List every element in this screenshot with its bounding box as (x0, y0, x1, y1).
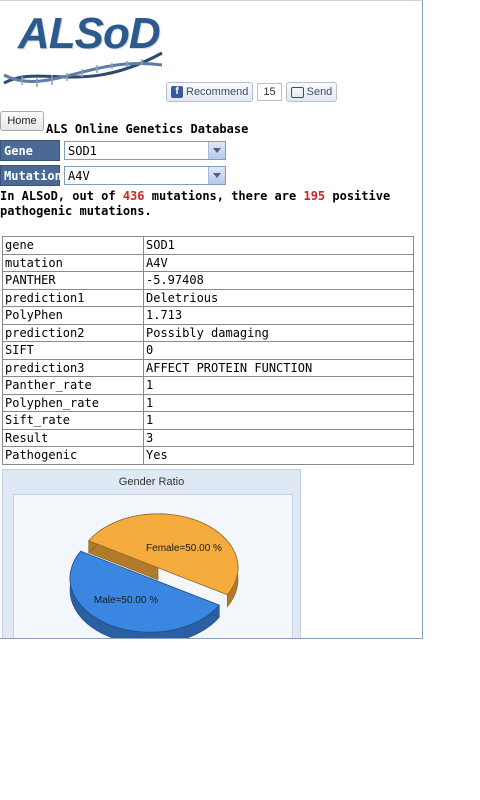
total-mutations-count: 436 (122, 189, 145, 203)
summary-text: mutations, there are (144, 189, 304, 203)
table-cell-value: SOD1 (143, 236, 414, 255)
send-button[interactable]: Send (285, 82, 338, 102)
table-row: Panther_rate 1 (2, 376, 414, 395)
table-row: PolyPhen 1.713 (2, 306, 414, 325)
table-row: SIFT 0 (2, 341, 414, 360)
mutation-select-value: A4V (68, 169, 90, 183)
table-row: gene SOD1 (2, 236, 414, 255)
logo-text: ALSoD (18, 9, 161, 58)
mutation-summary: In ALSoD, out of 436 mutations, there ar… (0, 189, 400, 219)
table-cell-value: Possibly damaging (143, 323, 414, 342)
social-bar: f Recommend 15 Send (166, 82, 338, 102)
table-row: Polyphen_rate 1 (2, 393, 414, 412)
table-cell-key: gene (2, 236, 144, 255)
table-row: Pathogenic Yes (2, 446, 414, 465)
table-cell-value: Yes (143, 446, 414, 465)
table-cell-key: PolyPhen (2, 306, 144, 325)
table-cell-key: Panther_rate (2, 376, 144, 395)
page-frame: ALSoD f Recommend 15 Send Home ALS Onlin… (0, 0, 423, 639)
table-row: PANTHER -5.97408 (2, 271, 414, 290)
table-cell-key: Pathogenic (2, 446, 144, 465)
recommend-count: 15 (257, 83, 282, 101)
speech-bubble-icon (290, 86, 304, 98)
table-cell-key: mutation (2, 253, 144, 272)
table-cell-value: AFFECT PROTEIN FUNCTION (143, 358, 414, 377)
chevron-down-icon[interactable] (208, 167, 225, 184)
mutation-select[interactable]: A4V (64, 166, 226, 185)
table-cell-value: 1 (143, 376, 414, 395)
table-row: mutation A4V (2, 253, 414, 272)
facebook-icon: f (171, 86, 183, 98)
table-row: Sift_rate 1 (2, 411, 414, 430)
mutation-label: Mutation (0, 165, 62, 186)
chart-title: Gender Ratio (118, 476, 185, 488)
gene-label: Gene (0, 140, 60, 161)
table-cell-key: PANTHER (2, 271, 144, 290)
table-row: prediction3 AFFECT PROTEIN FUNCTION (2, 358, 414, 377)
gene-select[interactable]: SOD1 (64, 141, 226, 160)
table-cell-value: -5.97408 (143, 271, 414, 290)
alsod-logo[interactable]: ALSoD (2, 5, 172, 95)
gene-selector-row: Gene SOD1 (0, 140, 226, 161)
chevron-down-icon[interactable] (208, 142, 225, 159)
table-cell-value: Deletrious (143, 288, 414, 307)
facebook-recommend-button[interactable]: f Recommend (166, 82, 254, 102)
pie-chart: Female=50.00 % Male=50.00 % (69, 513, 239, 638)
table-cell-value: 1 (143, 411, 414, 430)
table-row: prediction2 Possibly damaging (2, 323, 414, 342)
summary-text: In ALSoD, out of (0, 189, 123, 203)
mutation-details-table: gene SOD1 mutation A4V PANTHER -5.97408 predic… (2, 236, 414, 465)
table-cell-value: 0 (143, 341, 414, 360)
table-cell-key: SIFT (2, 341, 144, 360)
table-cell-value: A4V (143, 253, 414, 272)
gene-select-value: SOD1 (68, 144, 97, 158)
table-row: Result 3 (2, 428, 414, 447)
gender-ratio-chart: Gender Ratio Female=50.00 % Male=50.00 % (2, 469, 301, 638)
chart-plot-area: Female=50.00 % Male=50.00 % (13, 494, 293, 638)
table-cell-value: 1.713 (143, 306, 414, 325)
home-button[interactable]: Home (0, 111, 44, 131)
pie-label-male: Male=50.00 % (94, 595, 158, 606)
table-cell-value: 3 (143, 428, 414, 447)
mutation-selector-row: Mutation A4V (0, 165, 226, 186)
table-cell-key: prediction3 (2, 358, 144, 377)
table-cell-key: prediction2 (2, 323, 144, 342)
table-row: prediction1 Deletrious (2, 288, 414, 307)
table-cell-key: Sift_rate (2, 411, 144, 430)
table-cell-key: prediction1 (2, 288, 144, 307)
positive-mutations-count: 195 (303, 189, 326, 203)
page-title: ALS Online Genetics Database (46, 122, 249, 136)
pie-label-female: Female=50.00 % (146, 543, 222, 554)
table-cell-key: Polyphen_rate (2, 393, 144, 412)
table-cell-key: Result (2, 428, 144, 447)
send-label: Send (306, 86, 333, 98)
table-cell-value: 1 (143, 393, 414, 412)
recommend-label: Recommend (186, 86, 249, 98)
